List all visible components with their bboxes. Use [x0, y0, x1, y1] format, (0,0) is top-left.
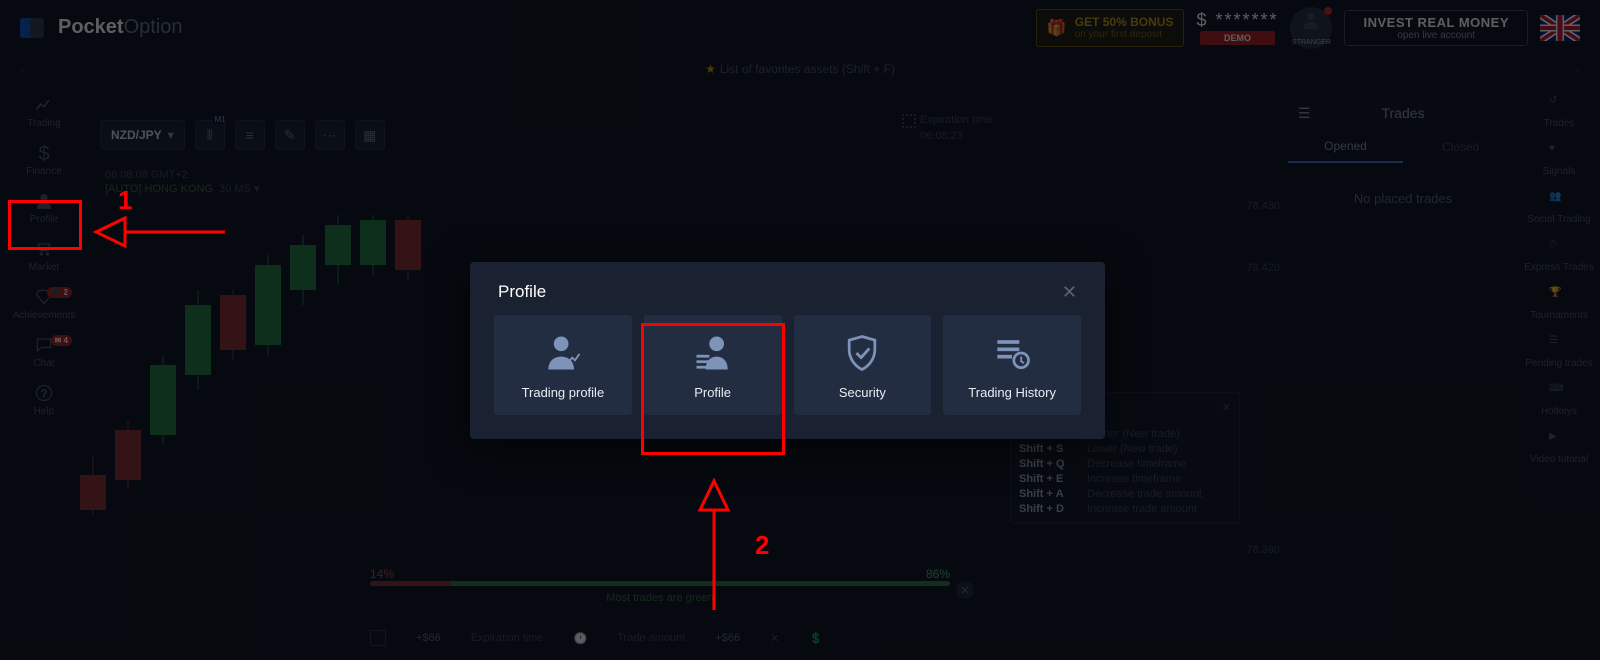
annotation-arrow-2	[694, 475, 734, 615]
tile-security[interactable]: Security	[794, 315, 932, 415]
tile-trading-history[interactable]: Trading History	[943, 315, 1081, 415]
annotation-label-2: 2	[755, 530, 769, 561]
profile-icon	[691, 331, 735, 375]
close-icon[interactable]: ✕	[1062, 282, 1077, 303]
history-icon	[990, 331, 1034, 375]
profile-modal: Profile ✕ Trading profile Profile Securi…	[470, 262, 1105, 439]
tile-trading-profile[interactable]: Trading profile	[494, 315, 632, 415]
annotation-arrow-1	[90, 212, 230, 252]
tile-profile[interactable]: Profile	[644, 315, 782, 415]
trading-profile-icon	[541, 331, 585, 375]
shield-icon	[840, 331, 884, 375]
modal-title: Profile	[498, 282, 546, 303]
